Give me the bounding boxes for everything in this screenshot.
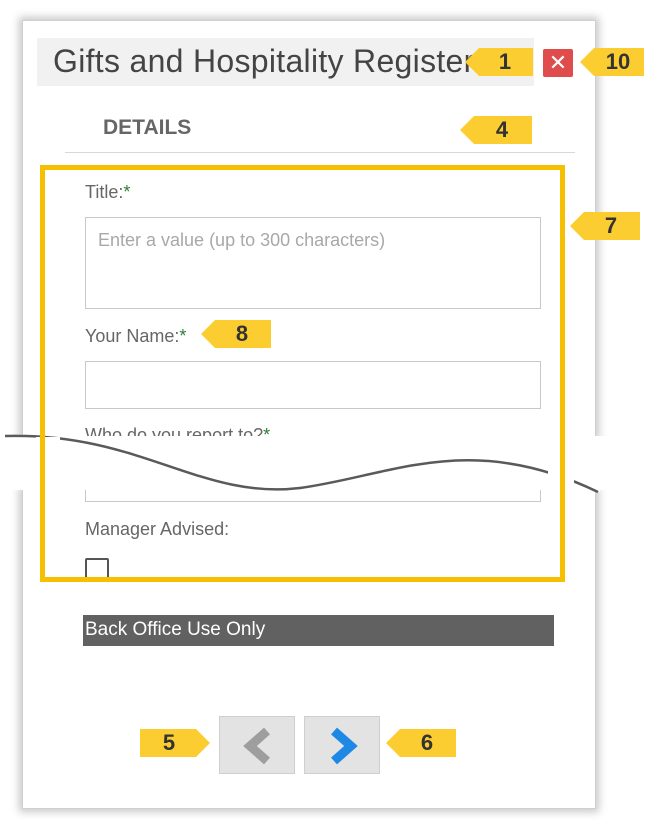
badge-5: 5	[140, 729, 210, 757]
badge-4: 4	[460, 116, 532, 144]
badge-6: 6	[386, 729, 456, 757]
form-highlight-box	[40, 165, 565, 582]
badge-8: 8	[201, 320, 271, 348]
badge-1: 1	[465, 48, 533, 76]
badge-7: 7	[570, 212, 640, 240]
